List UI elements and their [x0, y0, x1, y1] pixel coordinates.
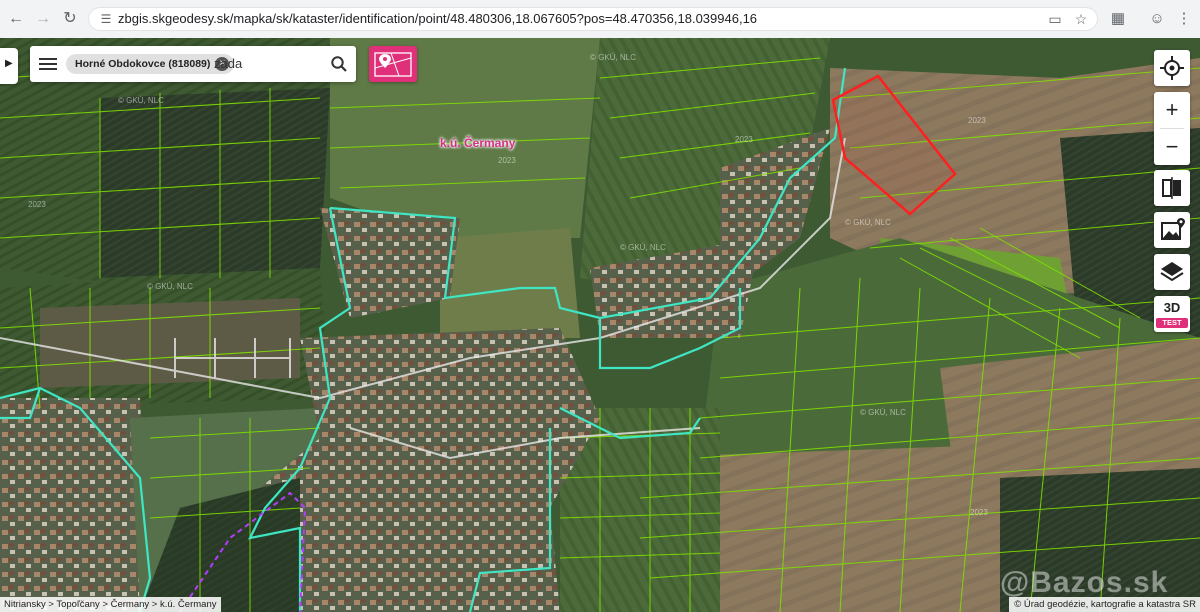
map-watermark: © GKÚ, NLC — [860, 408, 906, 417]
photo-icon — [1161, 218, 1185, 240]
map-watermark: © GKÚ, NLC — [590, 53, 636, 62]
reload-icon[interactable]: ↻ — [60, 9, 80, 29]
3d-view-button[interactable]: 3D TEST — [1154, 296, 1190, 332]
zoom-in-button[interactable]: + — [1154, 92, 1190, 128]
map-watermark: © GKÚ, NLC — [147, 282, 193, 291]
orthophoto-layer — [0, 38, 1200, 612]
compare-icon — [1162, 177, 1181, 199]
panel-toggle-button[interactable]: ▶ — [0, 48, 18, 84]
map-year-label: 2023 — [968, 116, 986, 125]
compare-button[interactable] — [1154, 170, 1190, 206]
search-bar[interactable]: Horné Obdokovce (818089) × zada — [30, 46, 356, 82]
layers-icon — [1160, 262, 1184, 282]
chevron-right-icon: ▶ — [5, 58, 13, 69]
map-year-label: 2023 — [498, 156, 516, 165]
zoom-controls: + − — [1154, 92, 1190, 165]
cadastre-label: k.ú. Čermany — [440, 136, 516, 150]
photo-button[interactable] — [1154, 212, 1190, 248]
test-badge: TEST — [1156, 318, 1188, 328]
identify-point-button[interactable] — [369, 46, 417, 82]
map-pin-icon — [374, 52, 412, 77]
locate-button[interactable] — [1154, 50, 1190, 86]
url-text[interactable]: zbgis.skgeodesy.sk/mapka/sk/kataster/ide… — [118, 11, 757, 26]
map-watermark: © GKÚ, NLC — [620, 243, 666, 252]
install-app-icon[interactable]: ▭ — [1046, 10, 1064, 28]
zoom-out-button[interactable]: − — [1154, 129, 1190, 165]
3d-label: 3D — [1163, 300, 1181, 315]
map-year-label: 2023 — [735, 135, 753, 144]
location-breadcrumb[interactable]: Nitriansky > Topoľčany > Čermany > k.ú. … — [0, 597, 222, 612]
map-watermark: © GKÚ, NLC — [845, 218, 891, 227]
profile-icon[interactable]: ☺ — [1147, 9, 1167, 29]
extensions-icon[interactable]: ▦ — [1108, 9, 1128, 29]
chip-label: Horné Obdokovce (818089) — [75, 58, 211, 70]
site-info-icon[interactable]: ☰ — [98, 11, 114, 27]
bazos-watermark: @Bazos.sk — [1000, 566, 1169, 599]
hamburger-menu-icon[interactable] — [39, 55, 57, 73]
map-attribution: © Úrad geodézie, kartografie a katastra … — [1009, 597, 1200, 612]
map-watermark: © GKÚ, NLC — [118, 96, 164, 105]
more-menu-icon[interactable]: ⋮ — [1174, 9, 1194, 29]
browser-toolbar: ← → ↻ ☰ zbgis.skgeodesy.sk/mapka/sk/kata… — [0, 0, 1200, 39]
locate-icon — [1160, 56, 1184, 80]
search-input[interactable]: zada — [214, 56, 242, 71]
address-bar[interactable]: ☰ zbgis.skgeodesy.sk/mapka/sk/kataster/i… — [88, 7, 1098, 31]
map-canvas[interactable]: © GKÚ, NLC © GKÚ, NLC © GKÚ, NLC © GKÚ, … — [0, 38, 1200, 612]
bookmark-star-icon[interactable]: ☆ — [1072, 10, 1090, 28]
back-icon[interactable]: ← — [6, 9, 26, 29]
forward-icon[interactable]: → — [33, 9, 53, 29]
layers-button[interactable] — [1154, 254, 1190, 290]
search-icon[interactable] — [330, 55, 348, 73]
map-year-label: 2023 — [970, 508, 988, 517]
map-year-label: 2023 — [28, 200, 46, 209]
cadastre-filter-chip[interactable]: Horné Obdokovce (818089) × — [66, 54, 235, 74]
